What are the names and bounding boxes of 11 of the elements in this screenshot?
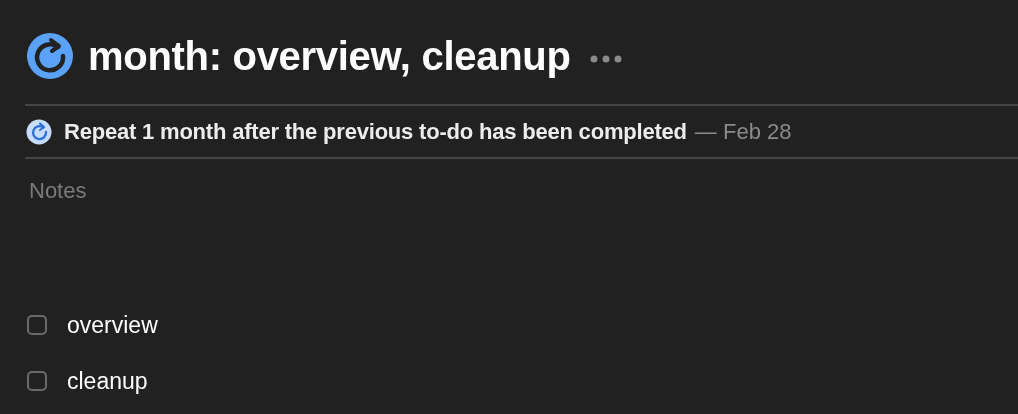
checkbox[interactable] bbox=[27, 315, 47, 335]
more-icon[interactable] bbox=[588, 54, 623, 64]
repeat-icon bbox=[26, 118, 52, 145]
repeat-date: — Feb 28 bbox=[694, 118, 792, 145]
checkbox[interactable] bbox=[27, 371, 47, 391]
notes-field[interactable]: Notes bbox=[25, 176, 429, 206]
repeat-rule[interactable]: Repeat 1 month after the previous to-do has been completed bbox=[64, 118, 687, 145]
repeat-icon bbox=[26, 32, 74, 80]
todo-title[interactable]: month: overview, cleanup bbox=[88, 33, 571, 79]
checklist-item[interactable]: cleanup bbox=[67, 367, 148, 395]
checklist-item[interactable]: overview bbox=[67, 311, 158, 339]
